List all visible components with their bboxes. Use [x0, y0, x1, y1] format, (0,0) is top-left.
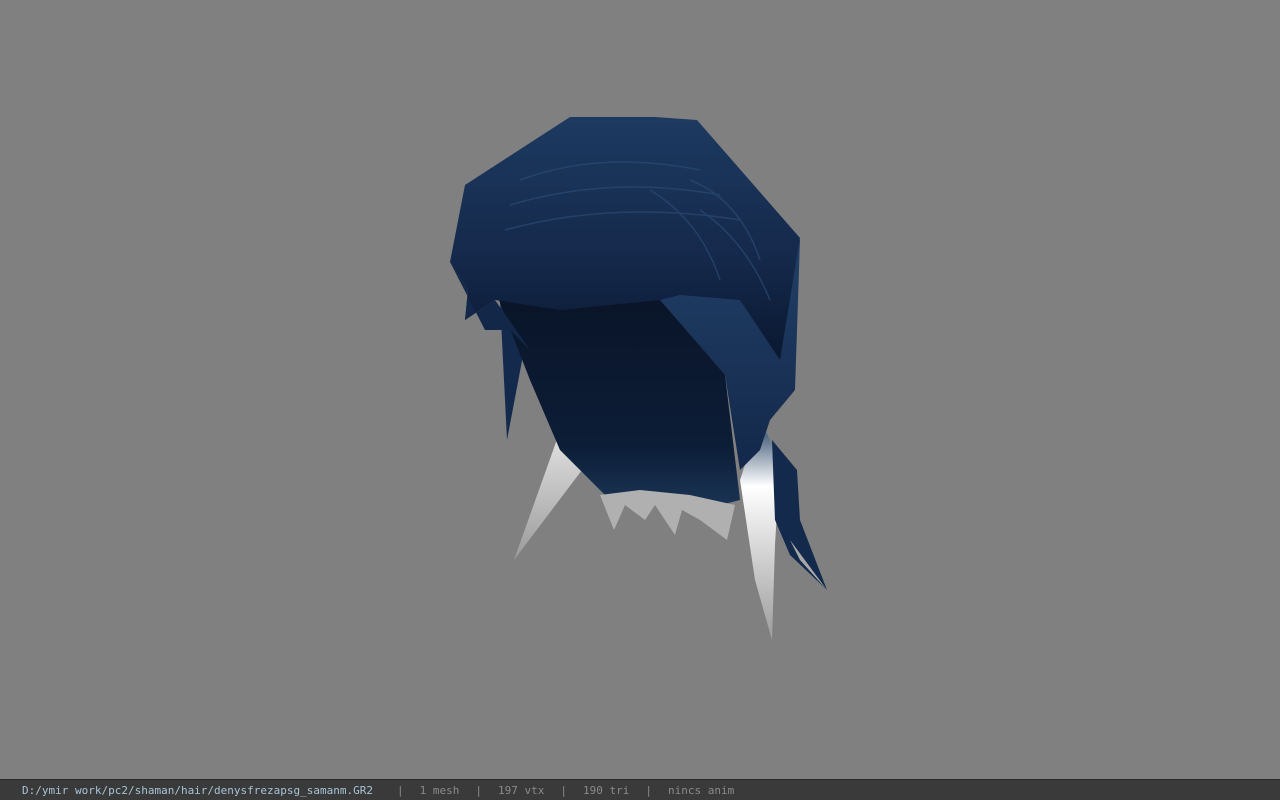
hair-model-icon[interactable]: [0, 0, 1280, 779]
status-bar: D:/ymir work/pc2/shaman/hair/denysfrezap…: [0, 779, 1280, 800]
status-separator: |: [475, 783, 482, 797]
mesh-count: 1 mesh: [419, 783, 460, 797]
vertex-count: 197 vtx: [498, 783, 545, 797]
model-viewport[interactable]: [0, 0, 1280, 779]
file-path: D:/ymir work/pc2/shaman/hair/denysfrezap…: [22, 783, 373, 797]
triangle-count: 190 tri: [582, 783, 630, 797]
anim-status: nincs anim: [667, 783, 735, 797]
status-separator: |: [397, 783, 404, 797]
hair-spike-right-outer: [772, 440, 827, 590]
status-separator: |: [645, 783, 652, 797]
status-separator: |: [560, 783, 567, 797]
